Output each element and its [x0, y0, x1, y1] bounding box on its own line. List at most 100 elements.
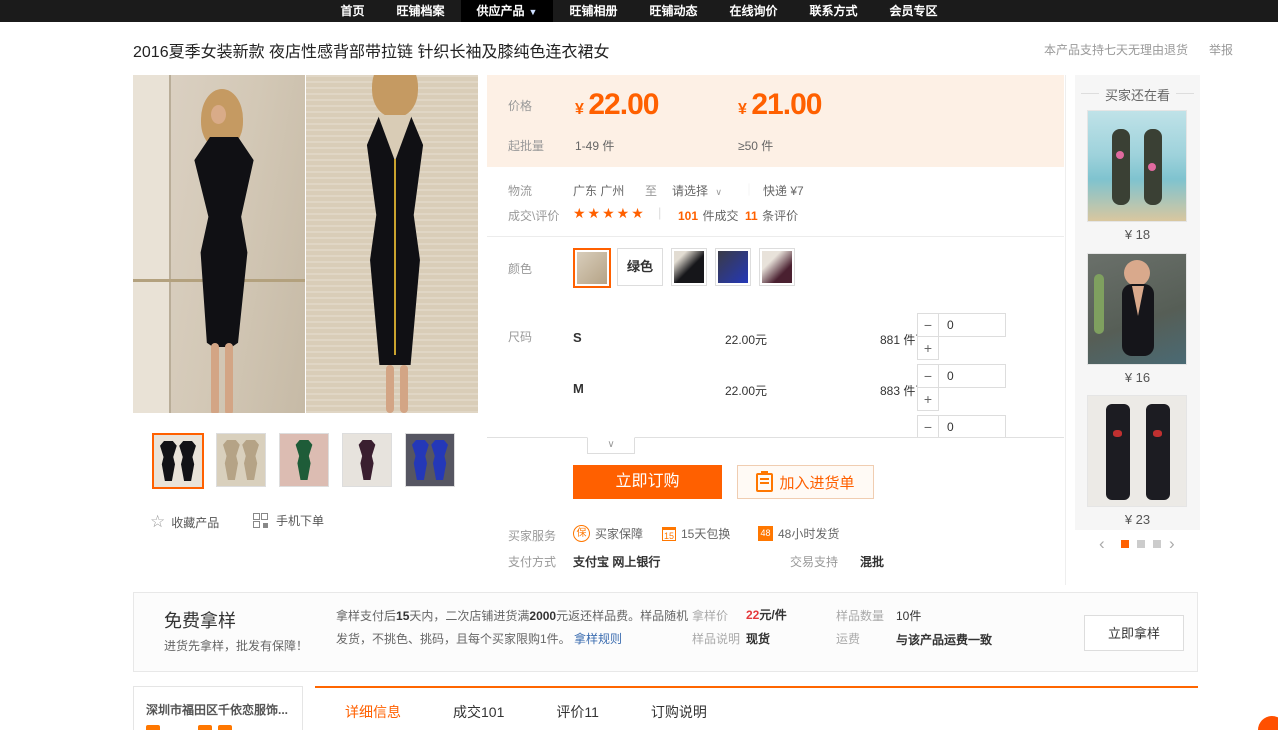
- swatch-black-image: [674, 251, 704, 283]
- size-row-s: S 22.00元 881 件可售 − 0 +: [487, 310, 1064, 361]
- review-count-link[interactable]: 11 条评价: [745, 207, 798, 225]
- size-price: 22.00元: [725, 382, 767, 399]
- sample-ship-value: 与该产品运费一致: [896, 630, 996, 650]
- tab-reviews[interactable]: 评价11: [556, 702, 599, 722]
- divider: [487, 437, 1064, 438]
- sidebar-product-maxi-dress[interactable]: [1087, 395, 1187, 507]
- model-leg-back: [400, 365, 408, 413]
- payment-label: 支付方式: [508, 553, 556, 570]
- logistics-to: 至: [645, 182, 657, 199]
- yen-symbol: ¥: [575, 101, 584, 118]
- qty-plus-button[interactable]: +: [917, 336, 939, 360]
- order-now-button[interactable]: 立即订购: [573, 465, 722, 499]
- nav-products-label: 供应产品: [477, 4, 525, 18]
- carousel-dot[interactable]: [1137, 540, 1145, 548]
- divider: [487, 236, 1064, 237]
- sample-rules-link[interactable]: 拿样规则: [574, 632, 622, 646]
- favorite-label: 收藏产品: [171, 514, 219, 531]
- express-fee: 快递 ¥7: [763, 182, 804, 199]
- nav-inquiry[interactable]: 在线询价: [713, 0, 793, 22]
- price-label: 价格: [508, 97, 532, 114]
- nav-album[interactable]: 旺铺相册: [553, 0, 633, 22]
- sidebar-price: ¥ 18: [1075, 227, 1200, 242]
- swatch-green[interactable]: 绿色: [617, 248, 663, 286]
- tab-transactions[interactable]: 成交101: [453, 702, 504, 722]
- report-link[interactable]: 举报: [1209, 41, 1233, 58]
- sample-ship-label: 运费: [836, 630, 860, 647]
- swatch-black[interactable]: [671, 248, 707, 286]
- swatch-darkred[interactable]: [759, 248, 795, 286]
- figure-head: [1124, 260, 1150, 286]
- qty-input[interactable]: 0: [938, 313, 1006, 337]
- swatch-khaki-image: [577, 252, 607, 284]
- sample-price-value: 22元/件: [746, 606, 787, 623]
- swatch-blue[interactable]: [715, 248, 751, 286]
- flower-dot: [1148, 163, 1156, 171]
- main-photo-front[interactable]: [133, 75, 305, 413]
- sidebar-product-swimsuit[interactable]: [1087, 110, 1187, 222]
- model-leg-back: [386, 365, 394, 413]
- badge-48-icon: 48: [758, 526, 773, 541]
- return-policy-text: 本产品支持七天无理由退货: [1044, 41, 1188, 58]
- nav-products[interactable]: 供应产品▼: [461, 0, 554, 22]
- main-photo-back[interactable]: [306, 75, 478, 413]
- service-guarantee: 保 买家保障: [573, 525, 643, 542]
- free-sample-section: 免费拿样 进货先拿样，批发有保障！ 拿样支付后15天内，二次店铺进货满2000元…: [133, 592, 1198, 672]
- qty-input[interactable]: 0: [938, 415, 1006, 437]
- nav-contact[interactable]: 联系方式: [793, 0, 873, 22]
- qty-minus-button[interactable]: −: [917, 313, 939, 337]
- carrier-select[interactable]: 请选择 ∨: [672, 182, 722, 199]
- nav-shop-profile[interactable]: 旺铺档案: [380, 0, 460, 22]
- carousel-dot[interactable]: [1153, 540, 1161, 548]
- flower-dot: [1116, 151, 1124, 159]
- qty-stepper: − 0 +: [917, 364, 1007, 412]
- floating-service-button[interactable]: [1258, 716, 1278, 730]
- thumbnail-green-dress[interactable]: [279, 433, 329, 487]
- carousel-prev-button[interactable]: ‹: [1099, 537, 1105, 551]
- tab-detail-info[interactable]: 详细信息: [345, 702, 401, 722]
- logistics-pipe: ｜: [743, 181, 755, 198]
- nav-member-zone[interactable]: 会员专区: [874, 0, 954, 22]
- add-to-cart-button[interactable]: 加入进货单: [737, 465, 874, 499]
- seller-badge-icon: [218, 725, 232, 730]
- thumbnail-khaki-dress[interactable]: [216, 433, 266, 487]
- sidebar-product-bodysuit[interactable]: [1087, 253, 1187, 365]
- trade-support-value: 混批: [860, 553, 884, 570]
- free-sample-title: 免费拿样: [164, 607, 236, 633]
- thumbnail-purple-dress[interactable]: [342, 433, 392, 487]
- product-title: 2016夏季女装新款 夜店性感背部带拉链 针织长袖及膝纯色连衣裙女: [133, 38, 610, 62]
- thumb-dress-shape: [157, 441, 179, 481]
- service-48h: 48 48小时发货: [758, 525, 839, 542]
- plant-shape: [1094, 274, 1104, 334]
- get-sample-button[interactable]: 立即拿样: [1084, 615, 1184, 651]
- transactions-pipe: |: [658, 205, 661, 220]
- logistics-origin: 广东 广州: [573, 182, 624, 199]
- figure-shape: [1112, 129, 1130, 205]
- favorite-product-button[interactable]: ☆ 收藏产品: [150, 512, 219, 532]
- photo-front-mirror: [133, 75, 171, 413]
- sidebar-title: 买家还在看: [1075, 85, 1200, 104]
- swatch-khaki[interactable]: [573, 248, 611, 288]
- qty-minus-button[interactable]: −: [917, 364, 939, 388]
- nav-updates[interactable]: 旺铺动态: [633, 0, 713, 22]
- mobile-order-button[interactable]: 手机下单: [253, 512, 324, 529]
- clipboard-icon: [756, 473, 773, 492]
- yen-symbol: ¥: [738, 101, 747, 118]
- qty-input[interactable]: 0: [938, 364, 1006, 388]
- thumbnail-black-dress[interactable]: [152, 433, 204, 489]
- seller-card: 深圳市福田区千依恋服饰...: [133, 686, 303, 730]
- expand-sizes-button[interactable]: ∨: [587, 437, 635, 454]
- carousel-dot-active[interactable]: [1121, 540, 1129, 548]
- qty-plus-button[interactable]: +: [917, 387, 939, 411]
- size-price: 22.00元: [725, 331, 767, 348]
- nav-home[interactable]: 首页: [324, 0, 380, 22]
- carousel-next-button[interactable]: ›: [1169, 537, 1175, 551]
- transactions-label: 成交\评价: [508, 207, 559, 224]
- deal-count-link[interactable]: 101 件成交: [678, 207, 739, 225]
- qty-minus-button[interactable]: −: [917, 415, 939, 437]
- tab-order-notes[interactable]: 订购说明: [651, 702, 707, 722]
- thumbnail-blue-dress[interactable]: [405, 433, 455, 487]
- sidebar-price: ¥ 23: [1075, 512, 1200, 527]
- size-row-m: M 22.00元 883 件可售 − 0 +: [487, 361, 1064, 412]
- seller-name[interactable]: 深圳市福田区千依恋服饰...: [146, 701, 288, 718]
